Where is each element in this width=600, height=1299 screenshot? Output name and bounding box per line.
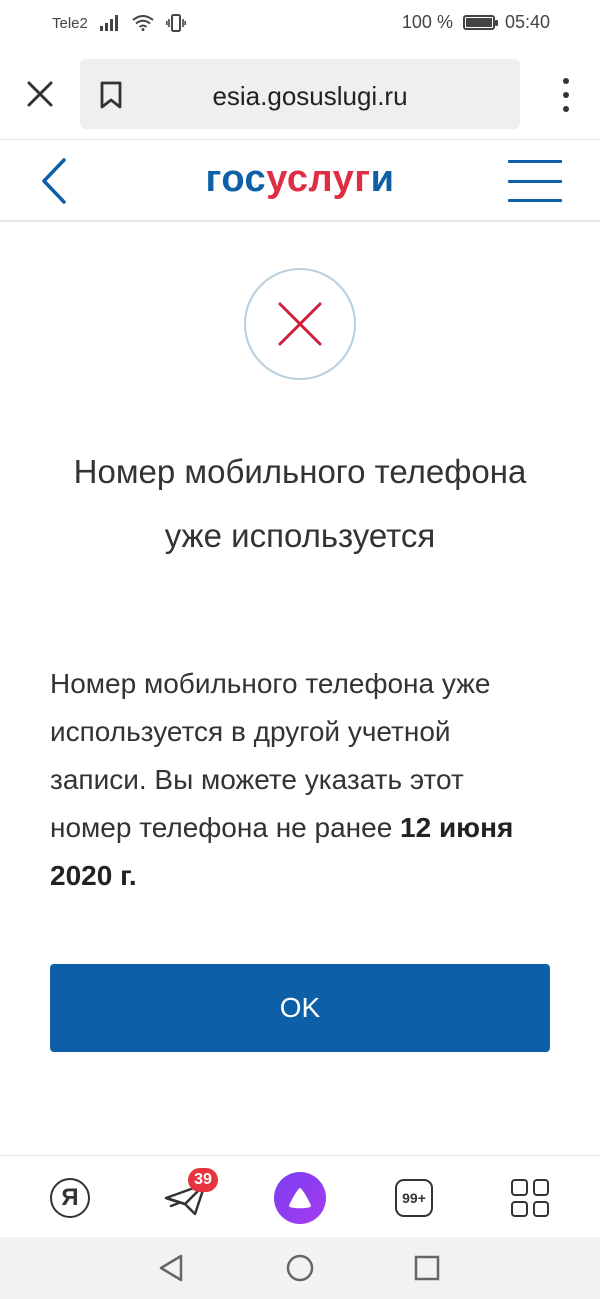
dialog-title: Номер мобильного телефона уже использует… (73, 453, 527, 554)
tabs-count-icon: 99+ (395, 1179, 433, 1217)
close-icon (27, 81, 53, 107)
nav-back-button[interactable] (154, 1251, 188, 1285)
menu-line (508, 179, 562, 183)
dot-icon (563, 92, 569, 98)
site-header: госуслуги (0, 140, 600, 222)
dot-icon (563, 78, 569, 84)
battery-percent: 100 % (401, 12, 453, 32)
menu-line (508, 160, 562, 163)
grid-cell (511, 1200, 528, 1217)
logo-part-gos: гос (205, 158, 267, 200)
nav-back-icon (159, 1254, 183, 1282)
nav-recents-icon (414, 1255, 440, 1281)
nav-home-button[interactable] (283, 1251, 317, 1285)
battery-icon (462, 15, 498, 30)
vibrate-icon (165, 14, 186, 32)
wifi-icon (132, 15, 154, 31)
grid-cell (532, 1200, 549, 1217)
hamburger-menu-icon[interactable] (508, 160, 562, 202)
menu-line (508, 199, 562, 202)
status-right: 100 % 05:40 (402, 12, 550, 33)
alice-button[interactable] (272, 1170, 328, 1226)
services-button[interactable] (502, 1170, 558, 1226)
dialog-message: Номер мобильного телефона уже использует… (50, 660, 550, 900)
grid-cell (532, 1179, 549, 1196)
nav-home-icon (286, 1254, 314, 1282)
logo-part-uslugi: услуг (266, 158, 371, 200)
error-cross-icon (278, 302, 322, 346)
logo-part-tail: и (370, 158, 395, 200)
address-bar[interactable]: esia.gosuslugi.ru (80, 59, 520, 129)
browser-bottom-toolbar: Я 39 99+ (0, 1155, 600, 1237)
close-tab-button[interactable] (20, 74, 60, 114)
status-left: Tele2 (52, 14, 186, 32)
grid-icon (511, 1179, 549, 1217)
mail-badge: 39 (188, 1168, 218, 1192)
grid-cell (511, 1179, 528, 1196)
status-bar: Tele2 100 % 05:40 (0, 0, 600, 48)
alice-icon (274, 1172, 326, 1224)
browser-bar: esia.gosuslugi.ru (0, 48, 600, 140)
clock: 05:40 (504, 12, 550, 32)
signal-icon (99, 15, 118, 31)
nav-recents-button[interactable] (410, 1251, 444, 1285)
url-text: esia.gosuslugi.ru (212, 81, 408, 111)
tabs-button[interactable]: 99+ (386, 1170, 442, 1226)
error-icon-circle (244, 268, 356, 380)
yandex-button[interactable]: Я (42, 1170, 98, 1226)
android-nav-bar (0, 1237, 600, 1299)
carrier-name: Tele2 (52, 14, 88, 32)
yandex-icon: Я (50, 1178, 90, 1218)
browser-menu-button[interactable] (558, 78, 574, 112)
alice-triangle-icon (289, 1188, 311, 1209)
dot-icon (563, 106, 569, 112)
ok-button[interactable]: OK (50, 964, 550, 1052)
messages-button[interactable]: 39 (158, 1168, 218, 1226)
